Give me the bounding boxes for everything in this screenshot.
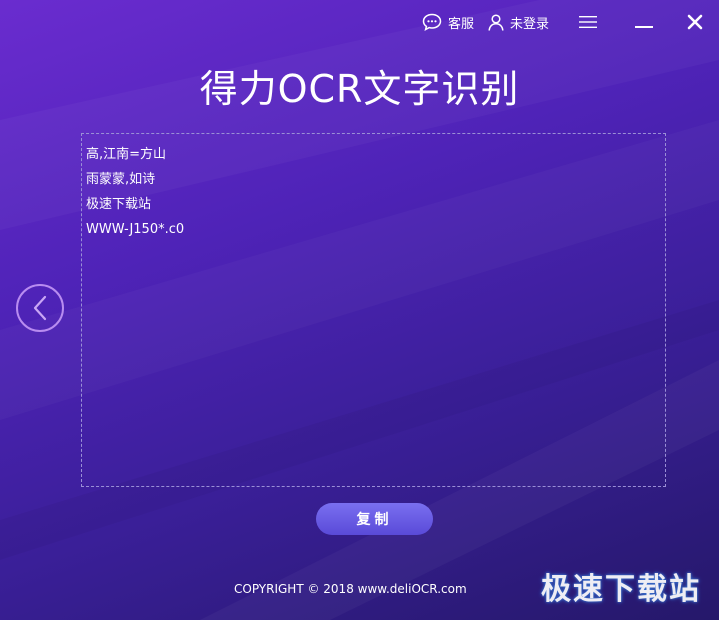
close-icon — [687, 14, 703, 30]
customer-service-label: 客服 — [447, 16, 474, 32]
menu-button[interactable] — [579, 15, 597, 29]
previous-page-button[interactable] — [16, 284, 64, 332]
minimize-icon — [635, 15, 653, 29]
chat-bubble-icon — [422, 13, 442, 31]
result-line: 雨蒙蒙,如诗 — [86, 172, 156, 187]
result-line: 极速下载站 — [86, 197, 152, 212]
copy-button[interactable]: 复制 — [316, 503, 433, 535]
copyright-footer: COPYRIGHT © 2018 www.deliOCR.com — [234, 582, 467, 596]
login-status-label: 未登录 — [509, 16, 549, 32]
close-button[interactable] — [687, 14, 703, 30]
app-title: 得力OCR文字识别 — [199, 67, 520, 111]
minimize-button[interactable] — [635, 15, 653, 29]
title-bar: 客服 未登录 — [422, 0, 719, 44]
hamburger-menu-icon — [579, 15, 597, 29]
customer-service-button[interactable]: 客服 — [422, 13, 474, 32]
result-line: 高,江南=方山 — [86, 147, 167, 162]
ocr-result-textarea[interactable]: 高,江南=方山 雨蒙蒙,如诗 极速下载站 WWW-J150*.c0 — [81, 133, 666, 487]
user-icon — [488, 13, 504, 31]
result-line: WWW-J150*.c0 — [86, 222, 185, 237]
login-button[interactable]: 未登录 — [488, 13, 549, 32]
chevron-left-icon — [30, 295, 50, 321]
watermark-logo: 极速下载站 — [541, 572, 701, 607]
app-window: 客服 未登录 得力OCR文字识别 高,江南=方山 雨蒙蒙,如诗 极速下载站 WW… — [0, 0, 719, 620]
